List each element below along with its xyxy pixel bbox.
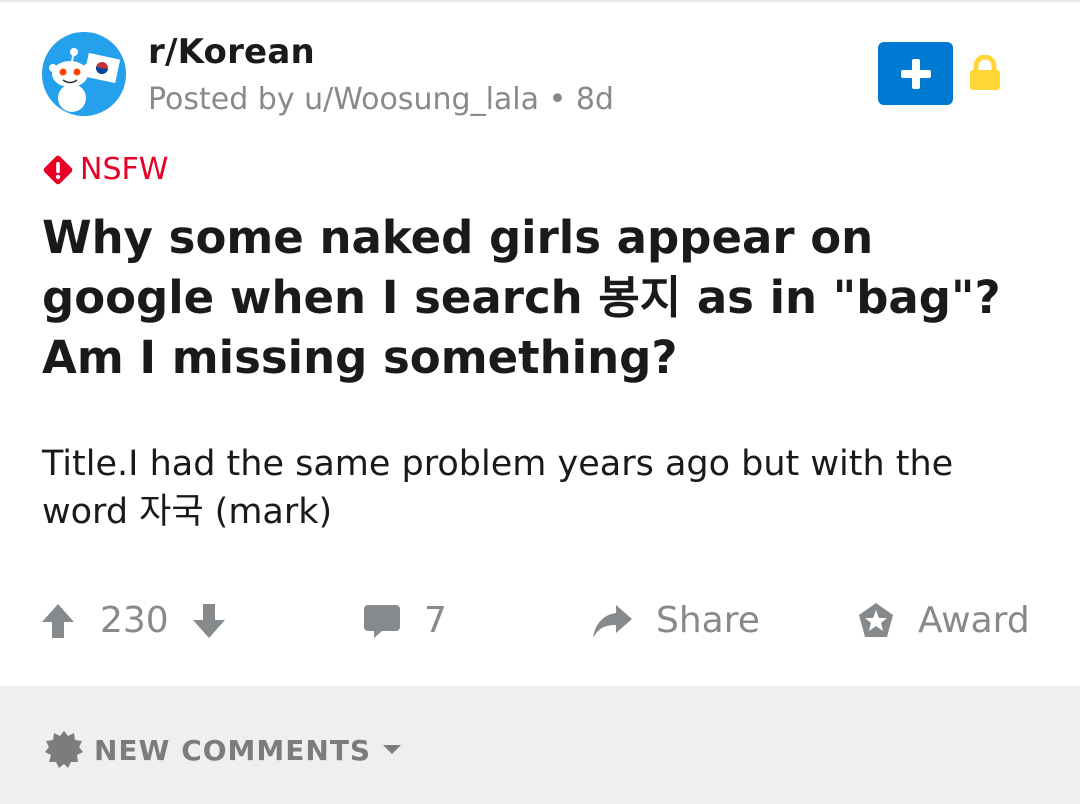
meta-separator: • <box>548 82 567 117</box>
join-button[interactable] <box>878 42 953 105</box>
comment-sort-dropdown[interactable]: NEW COMMENTS <box>44 730 403 770</box>
nsfw-tag: NSFW <box>42 152 168 187</box>
new-badge-icon <box>45 731 83 768</box>
award-button[interactable]: Award <box>856 600 1030 641</box>
post-title[interactable]: Why some naked girls appear on google wh… <box>42 208 1032 388</box>
award-icon <box>859 602 893 637</box>
share-arrow-icon <box>593 604 632 638</box>
upvote-icon[interactable] <box>40 602 76 640</box>
post-age: 8d <box>575 82 614 117</box>
subreddit-name[interactable]: r/Korean <box>148 32 315 72</box>
nsfw-label: NSFW <box>80 152 169 187</box>
plus-icon <box>900 58 931 89</box>
post-meta: Posted by u/Woosung_lala • 8d <box>148 82 614 117</box>
comment-icon <box>364 604 400 638</box>
sort-label: NEW COMMENTS <box>94 733 372 767</box>
chevron-down-icon <box>383 745 402 754</box>
snoo-flag-icon <box>42 32 126 116</box>
share-button[interactable]: Share <box>590 600 760 641</box>
comments-sort-bar: NEW COMMENTS <box>0 686 1080 804</box>
posted-by[interactable]: Posted by u/Woosung_lala <box>148 82 539 117</box>
share-label: Share <box>656 600 760 641</box>
award-label: Award <box>918 600 1030 641</box>
comment-count: 7 <box>424 600 447 641</box>
subreddit-avatar[interactable] <box>42 32 126 116</box>
downvote-icon[interactable] <box>191 602 227 640</box>
top-divider <box>0 0 1080 2</box>
vote-controls: 230 <box>40 600 227 641</box>
warning-diamond-icon <box>43 155 73 184</box>
post-body: Title.I had the same problem years ago b… <box>42 444 954 532</box>
lock-icon <box>968 54 1002 95</box>
comments-button[interactable]: 7 <box>362 600 447 641</box>
vote-score: 230 <box>100 600 169 641</box>
